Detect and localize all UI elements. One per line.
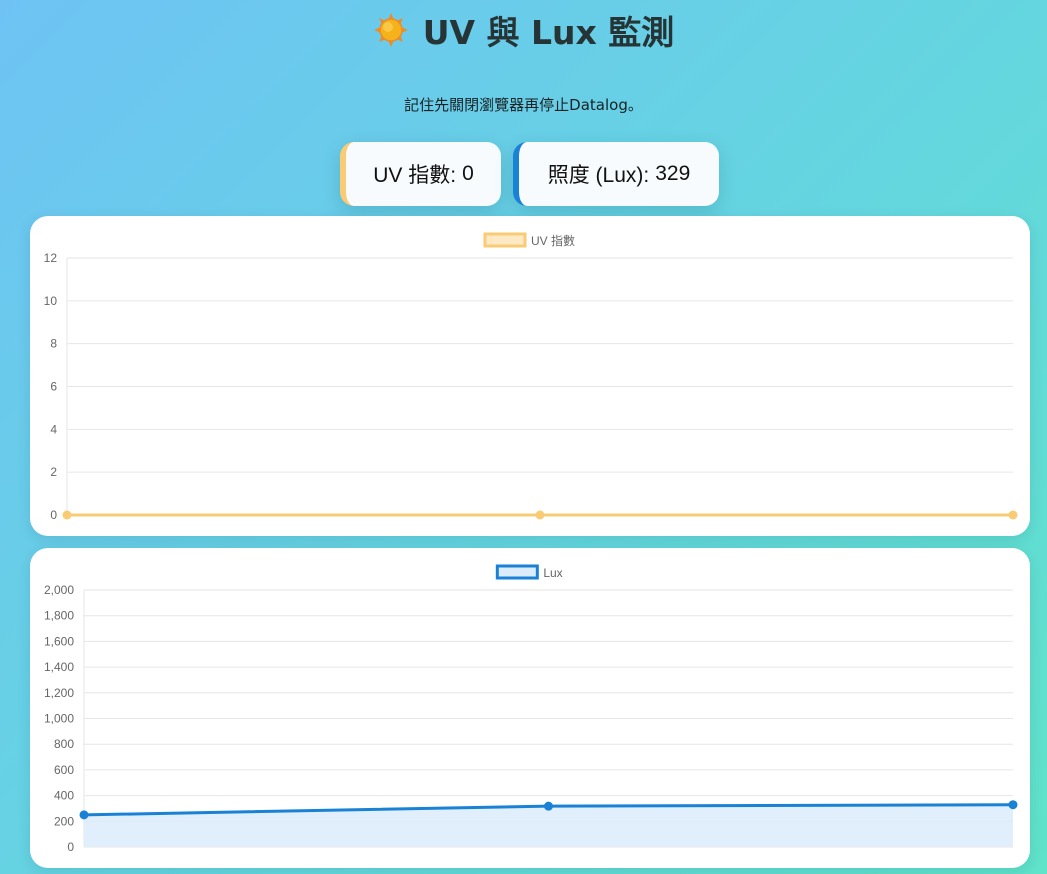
lux-y-tick-label: 400 [54, 789, 74, 803]
uv-data-point [535, 510, 545, 520]
lux-legend-swatch [495, 564, 539, 580]
uv-y-tick-label: 10 [44, 294, 58, 308]
lux-y-tick-label: 2,000 [44, 583, 74, 597]
lux-y-tick-label: 200 [54, 814, 74, 828]
lux-y-tick-label: 1,000 [44, 712, 74, 726]
uv-y-tick-label: 4 [50, 422, 57, 436]
sun-icon [373, 13, 408, 47]
lux-chart: Lux 0 200 400 600 800 1,000 1,200 1,400 1,600 1,80… [44, 564, 1018, 854]
uv-y-tick-label: 8 [50, 337, 57, 351]
lux-data-point [544, 801, 553, 811]
uv-chart: UV 指數 0 2 4 6 8 10 12 [44, 232, 1018, 522]
lux-label: 照度 (Lux): [547, 164, 650, 187]
lux-y-tick-label: 1,400 [44, 660, 74, 674]
uv-data-point [62, 510, 72, 520]
uv-data-point [1008, 510, 1018, 520]
uv-y-tick-label: 2 [50, 465, 57, 479]
uv-y-tick-label: 6 [50, 380, 57, 394]
lux-data-point [1008, 800, 1018, 810]
uv-legend: UV 指數 [483, 232, 575, 248]
lux-y-tick-label: 800 [54, 737, 74, 751]
uv-index-label: UV 指數: [373, 164, 457, 187]
uv-index-value: 0 [462, 162, 474, 185]
uv-y-tick-label: 12 [44, 251, 58, 265]
lux-y-tick-label: 1,200 [44, 686, 74, 700]
lux-y-tick-label: 0 [67, 840, 74, 854]
uv-chart-panel: UV 指數 0 2 4 6 8 10 12 [30, 216, 1030, 536]
lux-card: 照度 (Lux): 329 [513, 142, 719, 206]
page-title: UV 與 Lux 監測 [422, 13, 675, 52]
uv-y-tick-label: 0 [50, 508, 57, 522]
lux-y-tick-label: 600 [54, 763, 74, 777]
subtitle-note: 記住先關閉瀏覽器再停止Datalog。 [404, 96, 643, 114]
lux-legend: Lux [495, 564, 563, 580]
uv-legend-label: UV 指數 [531, 233, 575, 248]
lux-y-tick-label: 1,600 [44, 634, 74, 648]
lux-legend-label: Lux [543, 566, 562, 580]
lux-chart-panel: Lux 0 200 400 600 800 1,000 1,200 1,400 1,600 1,80… [30, 548, 1030, 868]
lux-data-point [79, 810, 89, 820]
lux-value: 329 [655, 162, 691, 185]
uv-legend-swatch [483, 232, 527, 248]
uv-index-card: UV 指數: 0 [340, 142, 501, 206]
lux-y-tick-label: 1,800 [44, 609, 74, 623]
page-title-row: UV 與 Lux 監測 [0, 6, 1047, 54]
